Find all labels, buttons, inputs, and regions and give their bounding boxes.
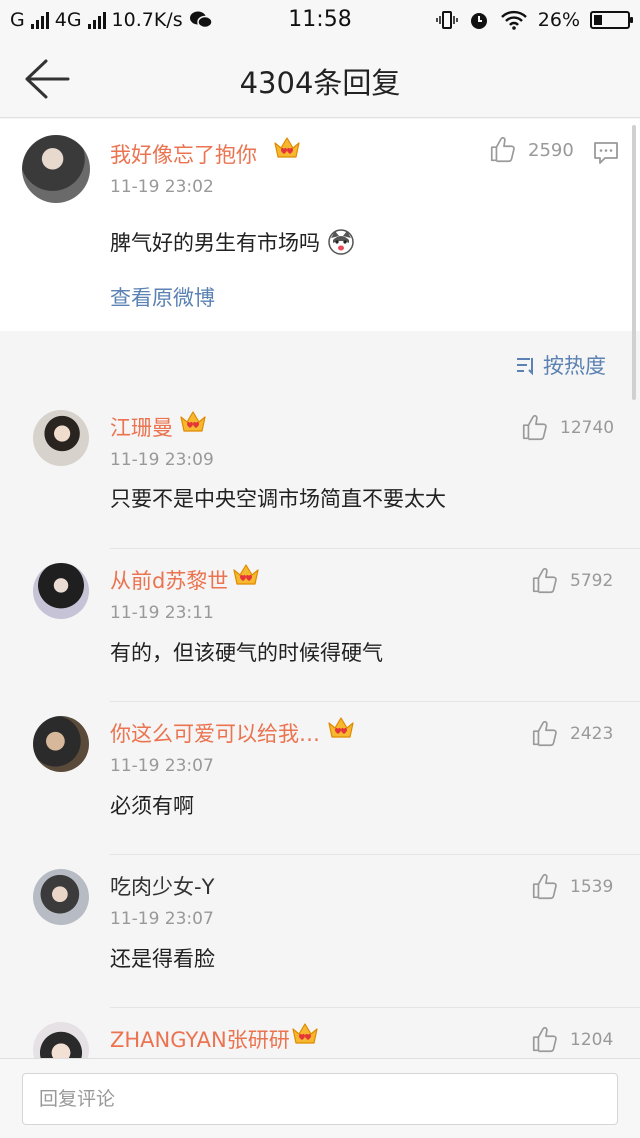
sort-toggle[interactable]: 按热度 — [515, 350, 606, 380]
post-time: 11-19 23:02 — [110, 177, 214, 197]
thumbs-up-icon — [532, 1026, 557, 1053]
comment-text: 有的，但该硬气的时候得硬气 — [110, 641, 383, 665]
network-speed: 10.7K/s — [111, 9, 183, 31]
post-author[interactable]: 我好像忘了抱你 — [110, 139, 257, 169]
thumbs-up-icon — [532, 873, 557, 900]
like-count: 5792 — [570, 571, 614, 591]
like-count: 2590 — [528, 139, 574, 161]
vibrate-icon — [436, 11, 458, 29]
like-button[interactable]: 12740 — [520, 413, 614, 443]
status-bar: G 4G 10.7K/s 11:58 26% — [0, 0, 640, 40]
sort-label: 按热度 — [543, 354, 606, 378]
vip-crown-icon — [328, 717, 354, 738]
avatar[interactable] — [33, 716, 89, 772]
thumbs-up-icon — [522, 414, 547, 441]
sort-icon — [517, 358, 533, 376]
comment-time: 11-19 23:09 — [110, 450, 214, 470]
comment-author[interactable]: 江珊曼 — [110, 412, 173, 442]
reply-input[interactable]: 回复评论 — [22, 1073, 618, 1125]
comment-time: 11-19 23:07 — [110, 756, 214, 776]
comment-author[interactable]: 吃肉少女-Y — [110, 871, 214, 901]
network-type: 4G — [54, 9, 82, 31]
like-count: 1539 — [570, 877, 614, 897]
post-text: 脾气好的男生有市场吗 — [110, 227, 355, 257]
signal-icon — [30, 11, 49, 29]
comment-text: 还是得看脸 — [110, 947, 215, 971]
battery-percent: 26% — [537, 9, 580, 31]
page-title: 4304条回复 — [239, 66, 401, 100]
view-original-link[interactable]: 查看原微博 — [110, 282, 215, 312]
battery-icon — [590, 11, 633, 29]
divider — [110, 1007, 640, 1008]
vip-crown-icon — [233, 564, 259, 585]
alarm-icon — [470, 13, 487, 29]
comment-text: 必须有啊 — [110, 794, 194, 818]
vip-crown-icon — [274, 137, 300, 158]
reply-bar: 回复评论 — [0, 1058, 640, 1138]
thumbs-up-icon — [532, 720, 557, 747]
divider — [110, 548, 640, 549]
avatar[interactable] — [22, 135, 90, 203]
avatar[interactable] — [33, 563, 89, 619]
wechat-icon — [189, 11, 213, 29]
comment-author[interactable]: ZHANGYAN张研研 — [110, 1024, 290, 1054]
like-count: 12740 — [560, 418, 615, 438]
like-count: 1204 — [570, 1030, 614, 1050]
like-button[interactable]: 1204 — [530, 1025, 613, 1055]
comment-author[interactable]: 你这么可爱可以给我… — [110, 718, 320, 748]
wifi-icon — [500, 10, 527, 30]
carrier-label: G — [10, 9, 25, 31]
husky-emoji-icon — [327, 229, 354, 255]
thumbs-up-icon — [490, 136, 515, 163]
vip-crown-icon — [180, 411, 206, 432]
comment-time: 11-19 23:07 — [110, 909, 214, 929]
original-post: 我好像忘了抱你 11-19 23:02 2590 脾气好的男生有市场吗 — [0, 119, 640, 331]
avatar[interactable] — [33, 869, 89, 925]
comment-icon[interactable] — [592, 139, 620, 167]
avatar[interactable] — [33, 410, 89, 466]
like-count: 2423 — [570, 724, 614, 744]
comment-author[interactable]: 从前d苏黎世 — [110, 565, 228, 595]
comment-text: 只要不是中央空调市场简直不要太大 — [110, 487, 446, 511]
divider — [110, 701, 640, 702]
like-button[interactable]: 2590 — [488, 135, 574, 165]
scrollbar[interactable] — [632, 125, 636, 400]
thumbs-up-icon — [532, 567, 557, 594]
like-button[interactable]: 1539 — [530, 872, 613, 902]
like-button[interactable]: 5792 — [530, 566, 613, 596]
like-button[interactable]: 2423 — [530, 719, 613, 749]
comment-time: 11-19 23:11 — [110, 603, 214, 623]
signal-icon-2 — [87, 11, 106, 29]
vip-crown-icon — [292, 1023, 318, 1044]
divider — [110, 854, 640, 855]
header: 4304条回复 — [0, 40, 640, 118]
